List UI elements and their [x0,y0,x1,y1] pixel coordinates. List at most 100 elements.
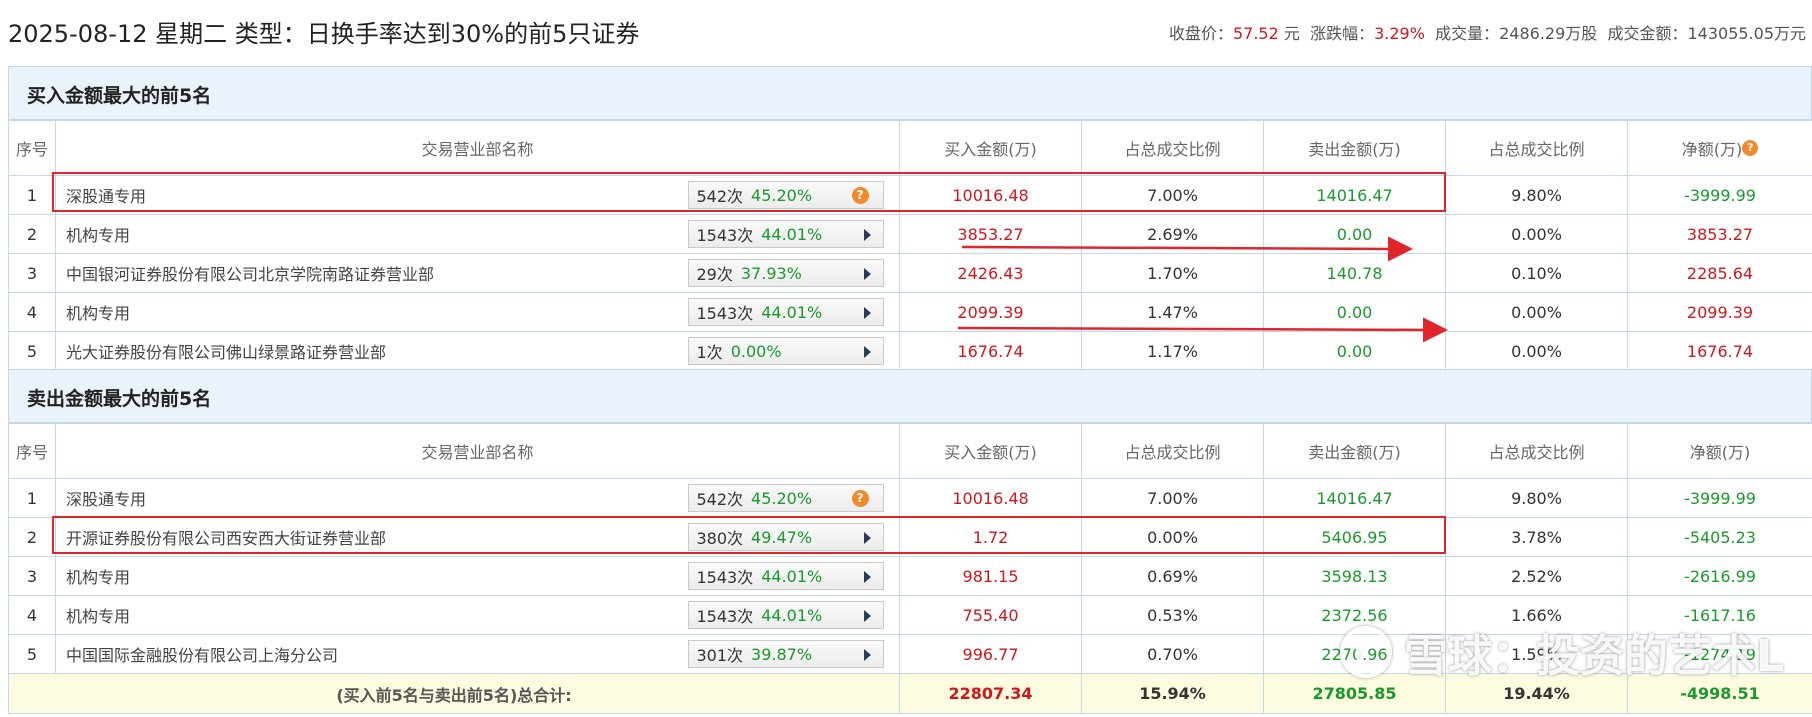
col-header-net[interactable]: 净额(万) [1627,423,1812,479]
col-header-sell-amount[interactable]: 卖出金额(万) [1263,423,1447,479]
table-row: 3 机构专用 1543次 44.01% 981.15 0.69% 3598.13 2.52% -… [8,556,1812,596]
win-rate: 44.01% [761,605,823,625]
buy-amount: 2426.43 [899,253,1083,293]
branch-name[interactable]: 中国国际金融股份有限公司上海分公司 [55,634,688,674]
row-index: 3 [8,253,56,293]
play-arrow-icon[interactable] [863,229,871,241]
buy-ratio: 7.00% [1081,478,1265,518]
branch-stats-button[interactable]: 1543次 44.01% [687,601,884,629]
branch-name[interactable]: 深股通专用 [55,478,688,518]
buy-ratio: 1.17% [1081,331,1265,371]
branch-name[interactable]: 深股通专用 [55,175,688,215]
total-buy-ratio: 15.94% [1081,673,1265,714]
sell-ratio: 0.00% [1445,331,1629,371]
sell-amount: 0.00 [1263,214,1447,254]
volume-label: 成交量： [1435,24,1500,43]
row-index: 1 [8,175,56,215]
buy-amount: 1.72 [899,517,1083,557]
sell-ratio: 3.78% [1445,517,1629,557]
branch-stats-cell: 542次 45.20%? [687,478,901,518]
buy-ratio: 0.70% [1081,634,1265,674]
change-label: 涨跌幅： [1310,24,1375,43]
net-amount: -3999.99 [1627,175,1812,215]
table-row: 4 机构专用 1543次 44.01% 2099.39 1.47% 0.00 0.00% 209… [8,292,1812,332]
row-index: 4 [8,595,56,635]
table-row: 1 深股通专用 542次 45.20%? 10016.48 7.00% 14016.47 9.… [8,175,1812,215]
buy-amount: 755.40 [899,595,1083,635]
close-price-label: 收盘价： [1168,24,1233,43]
play-arrow-icon[interactable] [863,610,871,622]
play-arrow-icon[interactable] [863,532,871,544]
sell-amount: 0.00 [1263,331,1447,371]
appearance-count: 301次 [696,646,744,665]
buy-ratio: 0.53% [1081,595,1265,635]
branch-name[interactable]: 机构专用 [55,556,688,596]
col-header-buy-amount[interactable]: 买入金额(万) [899,423,1083,479]
play-arrow-icon[interactable] [863,307,871,319]
buy-table-body: 1 深股通专用 542次 45.20%? 10016.48 7.00% 14016.47 9.… [8,175,1812,371]
buy-amount: 2099.39 [899,292,1083,332]
net-amount: -2616.99 [1627,556,1812,596]
col-header-net[interactable]: 净额(万)? [1627,120,1812,176]
branch-name[interactable]: 光大证券股份有限公司佛山绿景路证券营业部 [55,331,688,371]
col-header-index: 序号 [8,120,56,176]
col-header-net-label: 净额(万) [1681,140,1743,159]
row-index: 4 [8,292,56,332]
col-header-buy-amount[interactable]: 买入金额(万) [899,120,1083,176]
buy-amount: 3853.27 [899,214,1083,254]
buy-ratio: 1.47% [1081,292,1265,332]
col-header-sell-ratio: 占总成交比例 [1445,120,1629,176]
branch-stats-button[interactable]: 1次 0.00% [687,337,884,365]
branch-stats-button[interactable]: 29次 37.93% [687,259,884,287]
branch-stats-button[interactable]: 542次 45.20%? [687,484,884,512]
play-arrow-icon[interactable] [863,649,871,661]
buy-section-title: 买入金额最大的前5名 [8,66,1812,120]
appearance-count: 380次 [696,529,744,548]
branch-name[interactable]: 机构专用 [55,214,688,254]
col-header-buy-ratio: 占总成交比例 [1081,120,1265,176]
quote-bar: 收盘价：57.52 元 涨跌幅：3.29% 成交量：2486.29万股 成交金额… [1169,20,1806,44]
xueqiu-watermark: 雪球：投资的艺术L [1339,620,1784,684]
buy-ratio: 0.69% [1081,556,1265,596]
play-arrow-icon[interactable] [863,268,871,280]
play-arrow-icon[interactable] [863,346,871,358]
row-index: 5 [8,634,56,674]
help-icon[interactable]: ? [851,490,869,507]
row-index: 2 [8,517,56,557]
table-header-row: 序号 交易营业部名称 买入金额(万) 占总成交比例 卖出金额(万) 占总成交比例… [8,423,1812,479]
net-amount: 3853.27 [1627,214,1812,254]
win-rate: 44.01% [761,566,823,586]
help-icon[interactable]: ? [851,187,869,204]
table-row: 3 中国银河证券股份有限公司北京学院南路证券营业部 29次 37.93% 2426.43… [8,253,1812,293]
appearance-count: 542次 [696,490,744,509]
branch-stats-button[interactable]: 1543次 44.01% [687,562,884,590]
branch-name[interactable]: 开源证券股份有限公司西安西大街证券营业部 [55,517,688,557]
col-header-name: 交易营业部名称 [54,120,901,176]
row-index: 1 [8,478,56,518]
branch-stats-button[interactable]: 301次 39.87% [687,640,884,668]
branch-name[interactable]: 机构专用 [55,595,688,635]
branch-stats-button[interactable]: 1543次 44.01% [687,298,884,326]
table-row: 2 机构专用 1543次 44.01% 3853.27 2.69% 0.00 0.00% 385… [8,214,1812,254]
sell-ratio: 2.52% [1445,556,1629,596]
play-arrow-icon[interactable] [863,571,871,583]
total-label: (买入前5名与卖出前5名)总合计: [7,673,901,714]
row-index: 5 [8,331,56,371]
appearance-count: 542次 [696,187,744,206]
sell-amount: 3598.13 [1263,556,1447,596]
help-icon[interactable]: ? [1742,140,1759,156]
appearance-count: 1次 [696,343,723,362]
branch-name[interactable]: 机构专用 [55,292,688,332]
win-rate: 39.87% [751,644,813,664]
col-header-sell-ratio: 占总成交比例 [1445,423,1629,479]
buy-amount: 10016.48 [899,175,1083,215]
branch-stats-cell: 1543次 44.01% [687,595,901,635]
volume-value: 2486.29万股 [1499,24,1598,43]
branch-name[interactable]: 中国银河证券股份有限公司北京学院南路证券营业部 [55,253,688,293]
close-price-unit: 元 [1283,24,1300,43]
win-rate: 45.20% [751,185,813,205]
branch-stats-button[interactable]: 1543次 44.01% [687,220,884,248]
branch-stats-button[interactable]: 380次 49.47% [687,523,884,551]
branch-stats-button[interactable]: 542次 45.20%? [687,181,884,209]
col-header-sell-amount[interactable]: 卖出金额(万) [1263,120,1447,176]
